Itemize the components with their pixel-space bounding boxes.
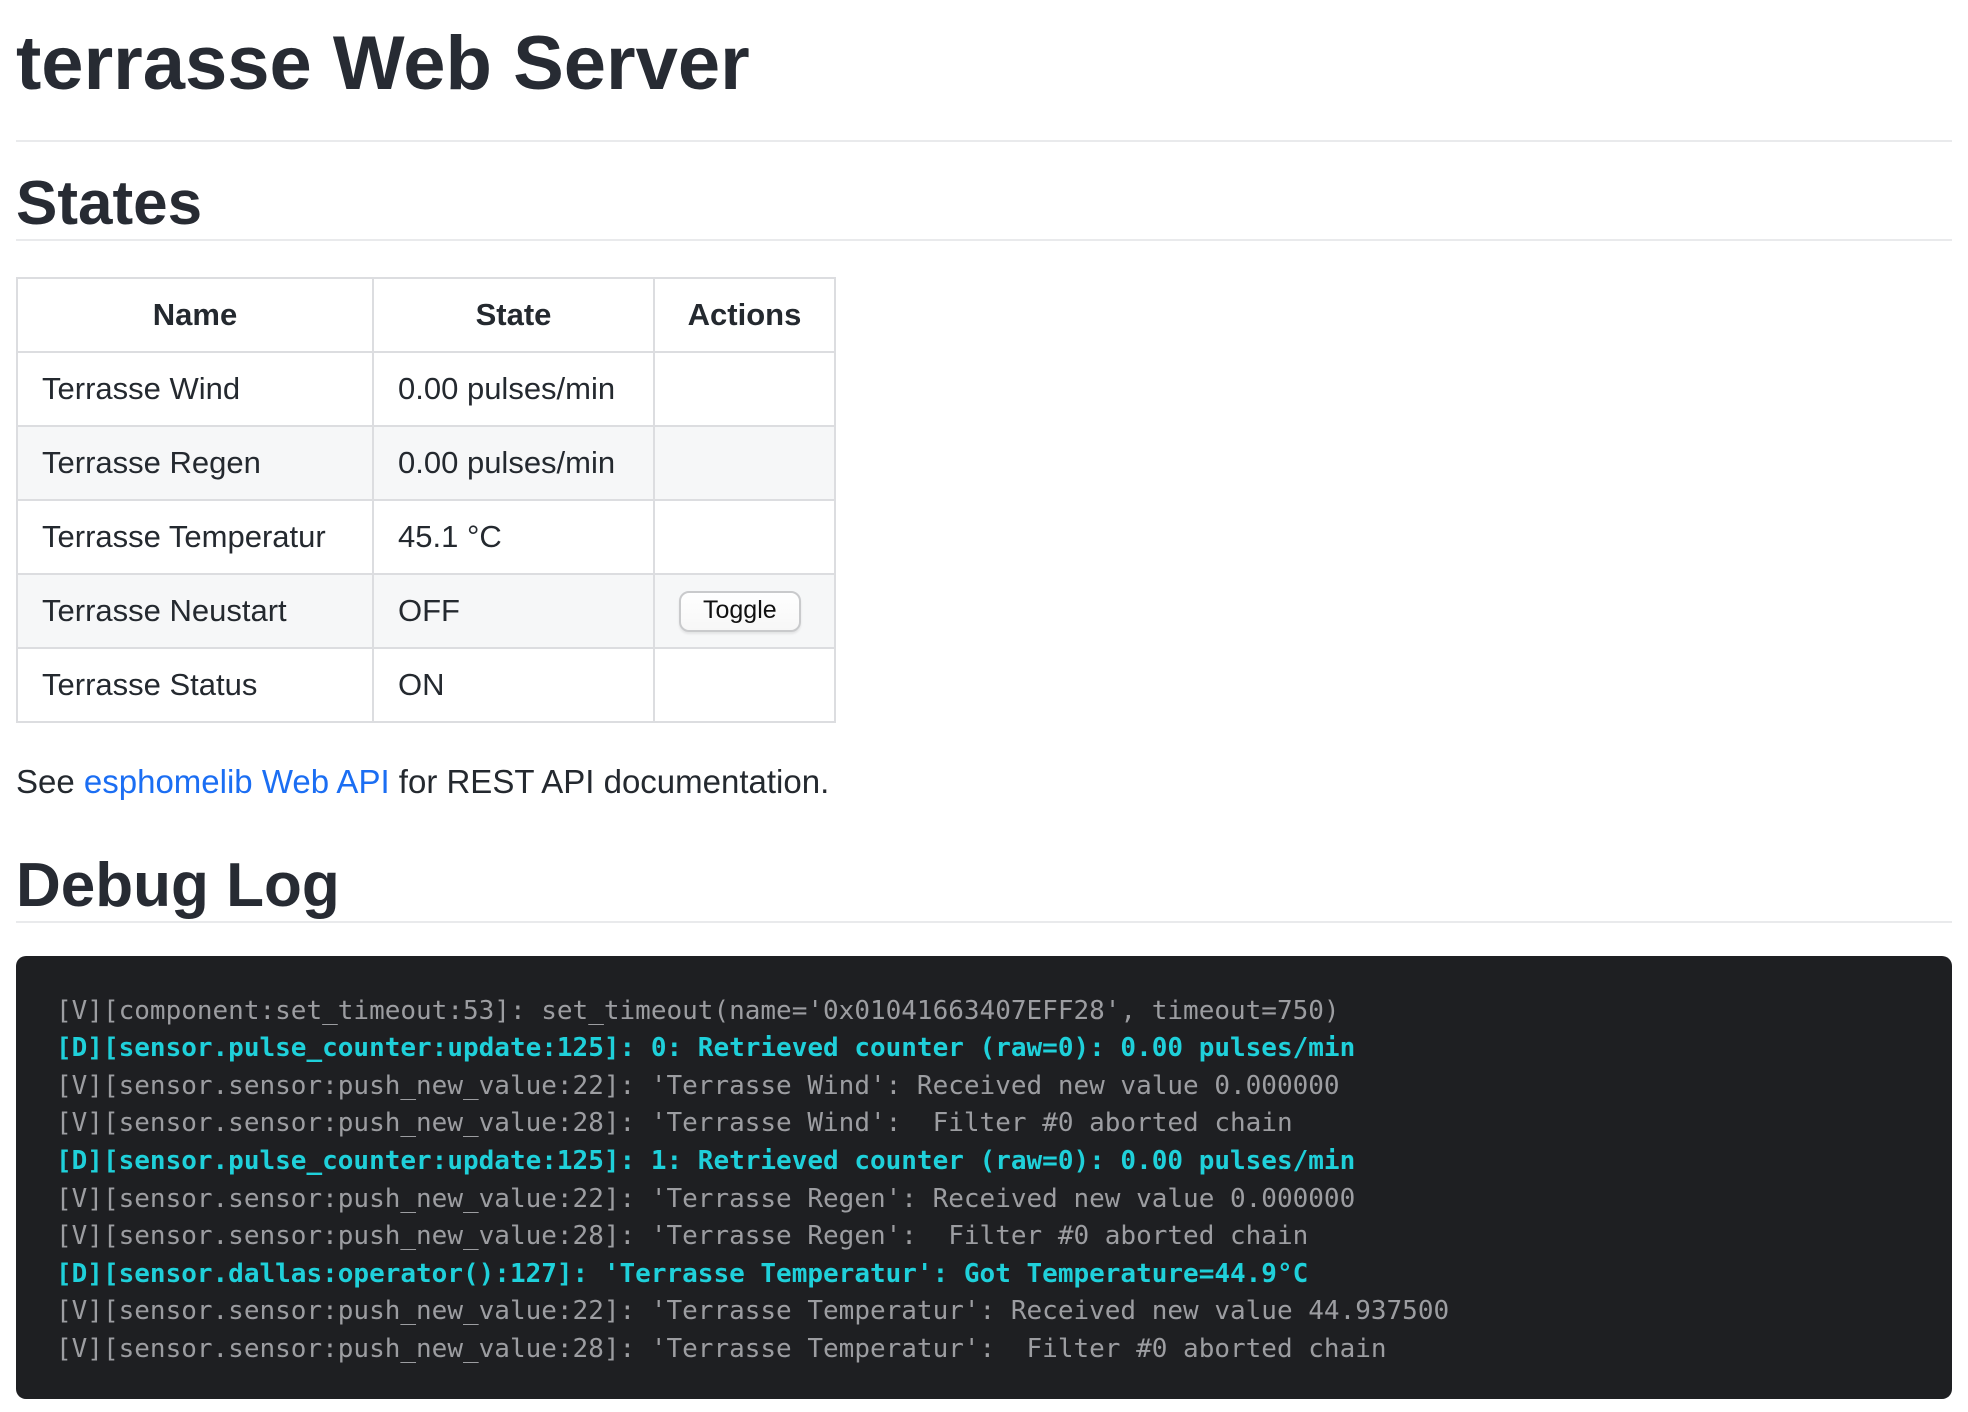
column-header-name: Name <box>17 278 373 352</box>
states-table-body: Terrasse Wind0.00 pulses/minTerrasse Reg… <box>17 352 835 722</box>
log-line: [D][sensor.pulse_counter:update:125]: 1:… <box>56 1143 1912 1181</box>
log-line: [V][component:set_timeout:53]: set_timeo… <box>56 993 1912 1031</box>
state-name-cell: Terrasse Temperatur <box>17 500 373 574</box>
page-title: terrasse Web Server <box>16 22 1952 106</box>
state-value-cell: OFF <box>373 574 654 648</box>
api-note: See esphomelib Web API for REST API docu… <box>16 763 1952 801</box>
api-note-suffix: for REST API documentation. <box>390 763 830 800</box>
esphomelib-web-api-link[interactable]: esphomelib Web API <box>84 763 390 800</box>
state-value-cell: 0.00 pulses/min <box>373 426 654 500</box>
log-line: [D][sensor.dallas:operator():127]: 'Terr… <box>56 1256 1912 1294</box>
table-header-row: Name State Actions <box>17 278 835 352</box>
table-row: Terrasse Regen0.00 pulses/min <box>17 426 835 500</box>
states-table-head: Name State Actions <box>17 278 835 352</box>
column-header-state: State <box>373 278 654 352</box>
log-line: [V][sensor.sensor:push_new_value:28]: 'T… <box>56 1105 1912 1143</box>
toggle-button[interactable]: Toggle <box>679 591 801 632</box>
state-value-cell: ON <box>373 648 654 722</box>
api-note-prefix: See <box>16 763 84 800</box>
debug-log-heading: Debug Log <box>16 855 1952 917</box>
state-actions-cell: Toggle <box>654 574 835 648</box>
state-value-cell: 0.00 pulses/min <box>373 352 654 426</box>
debug-divider <box>16 921 1952 923</box>
table-row: Terrasse StatusON <box>17 648 835 722</box>
states-heading: States <box>16 173 1952 235</box>
log-line: [V][sensor.sensor:push_new_value:28]: 'T… <box>56 1331 1912 1369</box>
state-value-cell: 45.1 °C <box>373 500 654 574</box>
state-actions-cell <box>654 648 835 722</box>
log-line: [V][sensor.sensor:push_new_value:22]: 'T… <box>56 1181 1912 1219</box>
log-line: [V][sensor.sensor:push_new_value:22]: 'T… <box>56 1293 1912 1331</box>
state-name-cell: Terrasse Neustart <box>17 574 373 648</box>
table-row: Terrasse NeustartOFF Toggle <box>17 574 835 648</box>
state-name-cell: Terrasse Regen <box>17 426 373 500</box>
column-header-actions: Actions <box>654 278 835 352</box>
states-table: Name State Actions Terrasse Wind0.00 pul… <box>16 277 836 723</box>
log-line: [V][sensor.sensor:push_new_value:22]: 'T… <box>56 1068 1912 1106</box>
state-name-cell: Terrasse Wind <box>17 352 373 426</box>
state-actions-cell <box>654 352 835 426</box>
states-divider <box>16 239 1952 241</box>
log-line: [D][sensor.pulse_counter:update:125]: 0:… <box>56 1030 1912 1068</box>
title-divider <box>16 140 1952 142</box>
state-actions-cell <box>654 500 835 574</box>
table-row: Terrasse Temperatur45.1 °C <box>17 500 835 574</box>
state-name-cell: Terrasse Status <box>17 648 373 722</box>
table-row: Terrasse Wind0.00 pulses/min <box>17 352 835 426</box>
state-actions-cell <box>654 426 835 500</box>
debug-log-console: [V][component:set_timeout:53]: set_timeo… <box>16 956 1952 1399</box>
log-line: [V][sensor.sensor:push_new_value:28]: 'T… <box>56 1218 1912 1256</box>
